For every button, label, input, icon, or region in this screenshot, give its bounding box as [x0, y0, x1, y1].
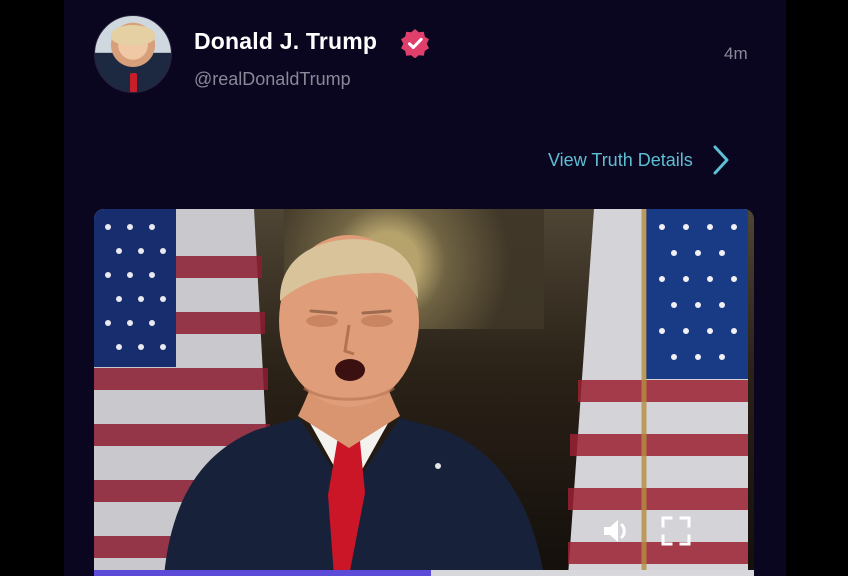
view-truth-details-link[interactable]: View Truth Details	[548, 145, 729, 175]
video-controls	[600, 515, 692, 547]
avatar-tie-shape	[130, 73, 137, 92]
truth-post: Donald J. Trump @realDonaldTrump 4m View…	[64, 0, 786, 576]
volume-button[interactable]	[600, 515, 632, 547]
view-truth-details-label: View Truth Details	[548, 149, 693, 170]
fullscreen-button[interactable]	[660, 515, 692, 547]
author-avatar[interactable]	[94, 15, 172, 93]
volume-icon	[604, 520, 626, 542]
fullscreen-icon	[661, 516, 691, 546]
video-progress-track[interactable]	[94, 570, 754, 576]
video-progress-fill	[94, 570, 431, 576]
post-timestamp: 4m	[724, 44, 748, 63]
author-handle[interactable]: @realDonaldTrump	[194, 69, 351, 90]
author-name[interactable]: Donald J. Trump	[194, 28, 377, 55]
speaker-figure-shape	[164, 235, 544, 576]
chevron-right-icon	[713, 145, 729, 175]
avatar-hair-shape	[111, 25, 155, 45]
verified-badge-icon	[401, 29, 429, 58]
